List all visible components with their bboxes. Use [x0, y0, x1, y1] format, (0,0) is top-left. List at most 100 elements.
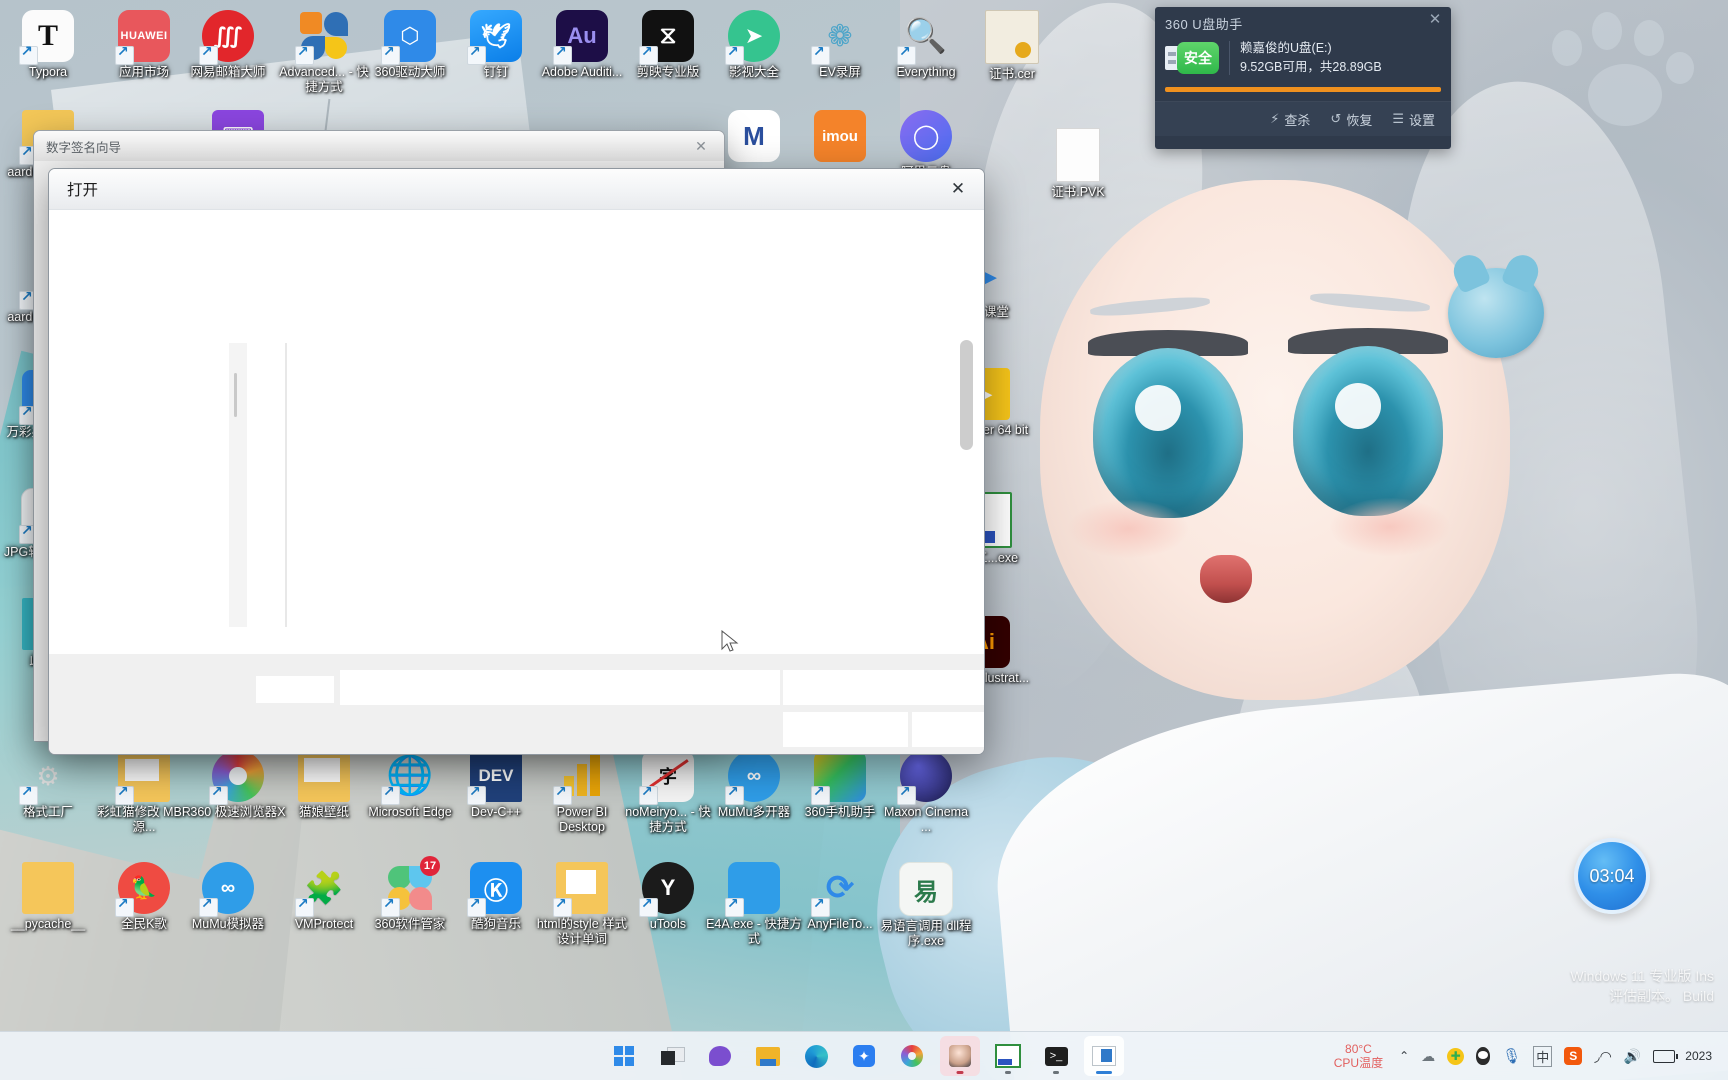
yiyuyan-icon: 易	[899, 862, 953, 916]
start-button[interactable]	[604, 1036, 644, 1076]
desktop-icon-jianying[interactable]: ⧖ 剪映专业版	[620, 10, 716, 80]
file-explorer-button[interactable]	[748, 1036, 788, 1076]
udisk-restore-button[interactable]: ↺ 恢复	[1330, 110, 1372, 129]
terminal-icon: >_	[1044, 1046, 1068, 1066]
edge-button[interactable]	[796, 1036, 836, 1076]
format-factory-icon: ⚙	[19, 750, 74, 805]
desktop-icon-label: 剪映专业版	[636, 65, 700, 79]
wifi-button[interactable]: ◞◠	[1588, 1036, 1618, 1076]
desktop-icon-cinema4d[interactable]: Maxon Cinema ...	[878, 750, 974, 834]
desktop-icon-rainbow-mbr[interactable]: 彩虹猫修改 MBR源...	[96, 750, 192, 834]
folder-doc-icon	[553, 862, 608, 917]
desktop-icon-power-bi[interactable]: Power BI Desktop	[534, 750, 630, 834]
cpu-temperature-widget[interactable]: 80°C CPU温度	[1324, 1042, 1393, 1070]
cloud-tray-icon[interactable]: ☁	[1415, 1036, 1441, 1076]
microphone-tray-icon[interactable]: 🎙	[1496, 1036, 1527, 1076]
open-dialog-nav-pane[interactable]	[229, 343, 247, 627]
open-dialog-close-icon[interactable]: ✕	[938, 174, 978, 204]
ev-recorder-icon: ❁	[811, 10, 866, 65]
active-window-button[interactable]	[1084, 1036, 1124, 1076]
desktop-icon-typora[interactable]: T Typora	[0, 10, 96, 80]
desktop-icon-appmarket[interactable]: HUAWEI 应用市场	[96, 10, 192, 80]
desktop-clock-widget[interactable]: 03:04	[1574, 838, 1650, 914]
chat-button[interactable]	[700, 1036, 740, 1076]
desktop-icon-pycache[interactable]: __pycache__	[0, 862, 96, 932]
desktop-icon-label: 证书.cer	[989, 67, 1035, 81]
qq-penguin-icon	[1476, 1047, 1491, 1065]
show-hidden-icons-button[interactable]: ⌃	[1393, 1036, 1415, 1076]
desktop-icon-e4a[interactable]: E4A.exe - 快捷方式	[706, 862, 802, 946]
app-button-blue[interactable]: ✦	[844, 1036, 884, 1076]
desktop-icon-audition[interactable]: Au Adobe Auditi...	[534, 10, 630, 80]
desktop-icon-html-style-folder[interactable]: html的style 样式设计单词	[534, 862, 630, 946]
desktop-icon-dev-cpp[interactable]: DEV Dev-C++	[448, 750, 544, 820]
open-dialog-title-bar: 打开 ✕	[49, 169, 984, 210]
desktop-icon-360-software-manager[interactable]: 17 360软件管家	[362, 856, 458, 932]
desktop-icon-dingtalk[interactable]: 🕊 钉钉	[448, 10, 544, 80]
mumu-multi-icon: ∞	[725, 750, 780, 805]
desktop-icon-cert-cer[interactable]: 证书.cer	[964, 10, 1060, 82]
udisk-settings-button[interactable]: ☰ 设置	[1392, 110, 1435, 129]
desktop-icon-utools[interactable]: Y uTools	[620, 862, 716, 932]
anime-app-button[interactable]	[940, 1036, 980, 1076]
desktop-icon-cert-pvk[interactable]: 证书.PVK	[1030, 128, 1126, 200]
wifi-icon: ◞◠	[1594, 1047, 1612, 1064]
desktop-icon-everything[interactable]: 🔍 Everything	[878, 10, 974, 80]
desktop-icon-format-factory[interactable]: ⚙ 格式工厂	[0, 750, 96, 820]
360-software-manager-icon: 17	[381, 856, 440, 917]
desktop-icon-yiyuyan[interactable]: 易 易语言调用 dll程序.exe	[878, 862, 974, 948]
wizard-close-icon[interactable]: ✕	[686, 135, 716, 157]
open-dialog-pane-divider[interactable]	[285, 343, 287, 627]
anime-avatar-icon	[949, 1045, 971, 1067]
desktop-icon-netease-mail[interactable]: ∭ 网易邮箱大师	[180, 10, 276, 80]
blue-bird-icon: ✦	[853, 1045, 875, 1067]
open-file-dialog[interactable]: 打开 ✕	[48, 168, 985, 755]
desktop-icon-advanced[interactable]: Advanced... - 快捷方式	[276, 10, 372, 94]
folder-icon	[22, 862, 74, 914]
cancel-button[interactable]	[911, 711, 984, 748]
desktop-icon-anyfileto[interactable]: ⟳ AnyFileTo...	[792, 862, 888, 932]
file-type-select[interactable]	[782, 669, 984, 706]
desktop-icon-vmprotect[interactable]: 🧩 VMProtect	[276, 862, 372, 932]
windows-activation-watermark: Windows 11 专业版 Ins 评估副本。 Build	[1570, 966, 1714, 1006]
signtool-button[interactable]	[988, 1036, 1028, 1076]
taskbar-clock[interactable]: 2023	[1681, 1049, 1722, 1064]
desktop-icon-yingshi[interactable]: ➤ 影视大全	[706, 10, 802, 80]
file-name-input[interactable]	[339, 669, 781, 706]
sogou-input-tray-icon[interactable]: S	[1558, 1036, 1588, 1076]
volume-button[interactable]: 🔊	[1618, 1036, 1647, 1076]
sogou-input-icon: S	[1564, 1047, 1583, 1065]
open-dialog-scrollbar[interactable]	[960, 340, 973, 626]
scrollbar-thumb[interactable]	[960, 340, 973, 450]
battery-button[interactable]	[1647, 1036, 1681, 1076]
desktop-icon-label: html的style 样式设计单词	[536, 917, 628, 946]
active-indicator	[1096, 1071, 1112, 1074]
desktop-icon-360driver[interactable]: ⬡ 360驱动大师	[362, 10, 458, 80]
desktop-icon-ev-recorder[interactable]: ❁ EV录屏	[792, 10, 888, 80]
360-safe-tray-icon[interactable]: ✚	[1441, 1036, 1470, 1076]
desktop-icon-nomeiryo[interactable]: 字 noMeiryo... - 快捷方式	[620, 750, 716, 834]
desktop-icon-mumu-emulator[interactable]: ∞ MuMu模拟器	[180, 862, 276, 932]
desktop-icon-mumu-multi[interactable]: ∞ MuMu多开器	[706, 750, 802, 820]
desktop-icon-360-browser-x[interactable]: 360 极速浏览器X	[190, 750, 286, 820]
desktop-icon-label: E4A.exe - 快捷方式	[706, 917, 802, 946]
udisk-assistant-panel[interactable]: 360 U盘助手 ✕ 安全 赖嘉俊的U盘(E:) 9.52GB可用，共28.89…	[1155, 7, 1451, 149]
ime-mode-icon[interactable]: 中	[1527, 1036, 1558, 1076]
desktop-icon-quanmin-ktv[interactable]: 🦜 全民K歌	[96, 862, 192, 932]
chat-icon	[709, 1046, 731, 1066]
desktop-icon-360-mobile[interactable]: 360手机助手	[792, 750, 888, 820]
cloud-icon: ☁	[1421, 1047, 1436, 1064]
desktop-icon-label: 360驱动大师	[374, 65, 446, 79]
desktop-icon-catgirl-wallpaper[interactable]: 猫娘壁纸	[276, 750, 372, 820]
desktop-icon-kugou[interactable]: Ⓚ 酷狗音乐	[448, 862, 544, 932]
360-browser-button[interactable]	[892, 1036, 932, 1076]
task-view-button[interactable]	[652, 1036, 692, 1076]
qq-tray-icon[interactable]	[1470, 1036, 1496, 1076]
udisk-close-icon[interactable]: ✕	[1425, 11, 1445, 31]
udisk-scan-button[interactable]: ⚡ 查杀	[1270, 110, 1310, 129]
terminal-button[interactable]: >_	[1036, 1036, 1076, 1076]
open-button[interactable]	[782, 711, 909, 748]
desktop-icon-imou[interactable]: imou	[792, 110, 888, 165]
desktop-icon-edge[interactable]: 🌐 Microsoft Edge	[362, 750, 458, 820]
desktop-icon-label: Adobe Auditi...	[541, 65, 623, 79]
